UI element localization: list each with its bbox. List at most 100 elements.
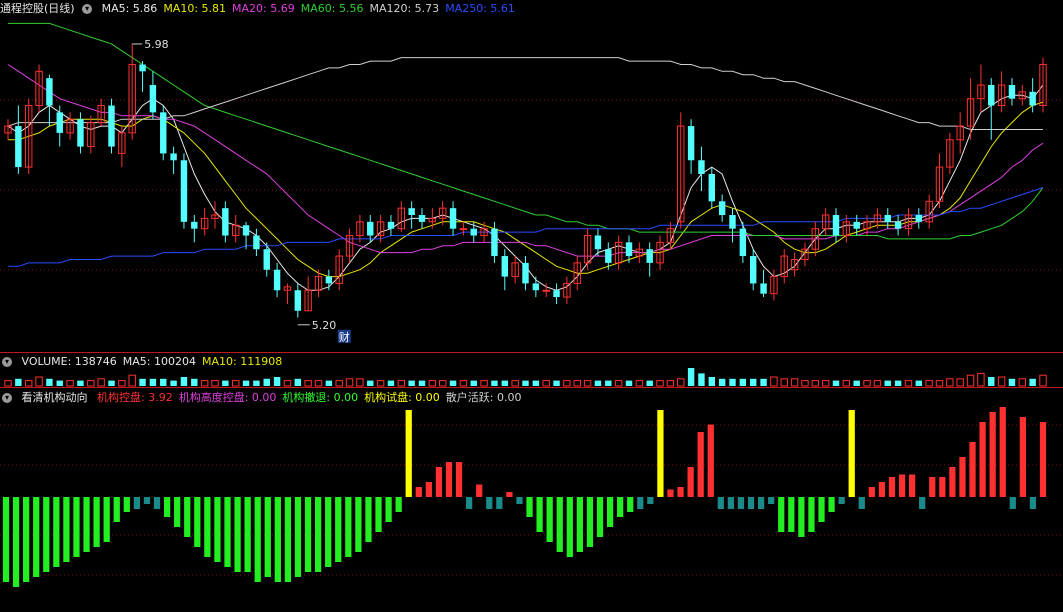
volume-bar [459, 380, 468, 387]
indicator-bar [828, 497, 835, 512]
high-price-label: 5.98 [144, 38, 169, 51]
volume-bar [842, 380, 851, 387]
candle-body [387, 221, 395, 229]
volume-bar [15, 378, 22, 386]
volume-bar [345, 378, 354, 387]
volume-bar [935, 380, 944, 387]
indicator-bar [637, 497, 644, 509]
indicator-bar [737, 497, 745, 509]
indicator-bar [586, 497, 594, 547]
indicator-bar [979, 422, 986, 497]
indicator-bar [707, 424, 714, 497]
volume-bar [335, 380, 343, 387]
volume-bar [708, 377, 716, 386]
candle-body [605, 249, 612, 263]
indicator-bar [576, 497, 583, 552]
indicator-bar [325, 497, 332, 567]
candle-body [139, 64, 146, 72]
volume-bar [367, 380, 374, 386]
candle-body [367, 221, 374, 236]
indicator-bar [455, 462, 463, 497]
indicator-bar [898, 474, 906, 497]
candle-body [729, 215, 736, 229]
volume-bar [387, 380, 395, 386]
indicator-bar [858, 497, 865, 509]
volume-bar [160, 378, 167, 386]
candle-body [739, 228, 747, 257]
volume-bar [180, 377, 188, 386]
stock-chart[interactable]: 5.98 5.20财 [0, 0, 1063, 612]
volume-bar [191, 378, 198, 386]
volume-bar [128, 374, 136, 387]
indicator-bar-trial [405, 410, 412, 497]
volume-bar [200, 380, 209, 387]
indicator-bar [264, 497, 271, 577]
volume-bar [635, 380, 644, 387]
candle-body [1029, 91, 1036, 106]
indicator-bar [395, 497, 402, 512]
candle-body [718, 201, 726, 215]
volume-bar [24, 380, 33, 387]
indicator-bar [798, 497, 805, 537]
volume-bar [253, 380, 260, 386]
indicator-bar [1039, 422, 1047, 497]
indicator-bar [274, 497, 281, 582]
volume-bar [501, 380, 509, 386]
candle-body [180, 160, 188, 222]
indicator-bar [516, 497, 523, 504]
volume-bar [242, 380, 250, 386]
candle-body [242, 225, 250, 236]
indicator-bar [345, 497, 352, 557]
candle-body [501, 256, 509, 277]
candle-body [170, 153, 177, 161]
indicator-bar [908, 474, 916, 497]
indicator-bar [888, 477, 896, 497]
indicator-bar [284, 497, 292, 582]
volume-bar [408, 380, 415, 386]
candle-body [149, 85, 157, 113]
indicator-bar [445, 462, 453, 497]
volume-bar [718, 378, 726, 386]
volume-bar [821, 380, 830, 387]
candle-body [325, 276, 333, 284]
candle-body [687, 126, 695, 161]
volume-bar [614, 380, 623, 387]
indicator-bar [647, 497, 654, 504]
indicator-bar [93, 497, 100, 547]
indicator-bar [143, 497, 151, 504]
indicator-bar [73, 497, 80, 557]
volume-bar [729, 378, 736, 386]
indicator-bar [929, 477, 936, 497]
volume-bar [108, 380, 115, 386]
indicator-bar [788, 497, 795, 532]
volume-bar [956, 378, 964, 387]
volume-bar [294, 378, 302, 386]
candle-body [56, 112, 63, 133]
volume-bar [687, 368, 695, 386]
indicator-bar [294, 497, 302, 577]
candle-body [15, 126, 22, 168]
indicator-bar [425, 482, 432, 497]
candle-body [108, 105, 115, 147]
volume-bar [532, 380, 540, 386]
indicator-bar [727, 497, 735, 509]
indicator-bar [919, 497, 926, 509]
volume-bar [356, 378, 364, 387]
indicator-bar [244, 497, 251, 572]
indicator-bar [969, 442, 976, 497]
volume-bar [1029, 378, 1036, 386]
indicator-bar [717, 497, 724, 509]
candle-body [253, 235, 260, 250]
volume-bar [863, 380, 871, 387]
indicator-bar [174, 497, 181, 527]
volume-bar [790, 378, 799, 387]
indicator-bar [617, 497, 624, 517]
volume-bar [56, 380, 63, 386]
indicator-bar [989, 412, 996, 497]
volume-bar [428, 380, 437, 387]
indicator-bar [335, 497, 342, 562]
candle-body [542, 289, 550, 292]
volume-bar [304, 380, 312, 387]
volume-bar [35, 376, 43, 387]
candle-body [222, 208, 229, 236]
